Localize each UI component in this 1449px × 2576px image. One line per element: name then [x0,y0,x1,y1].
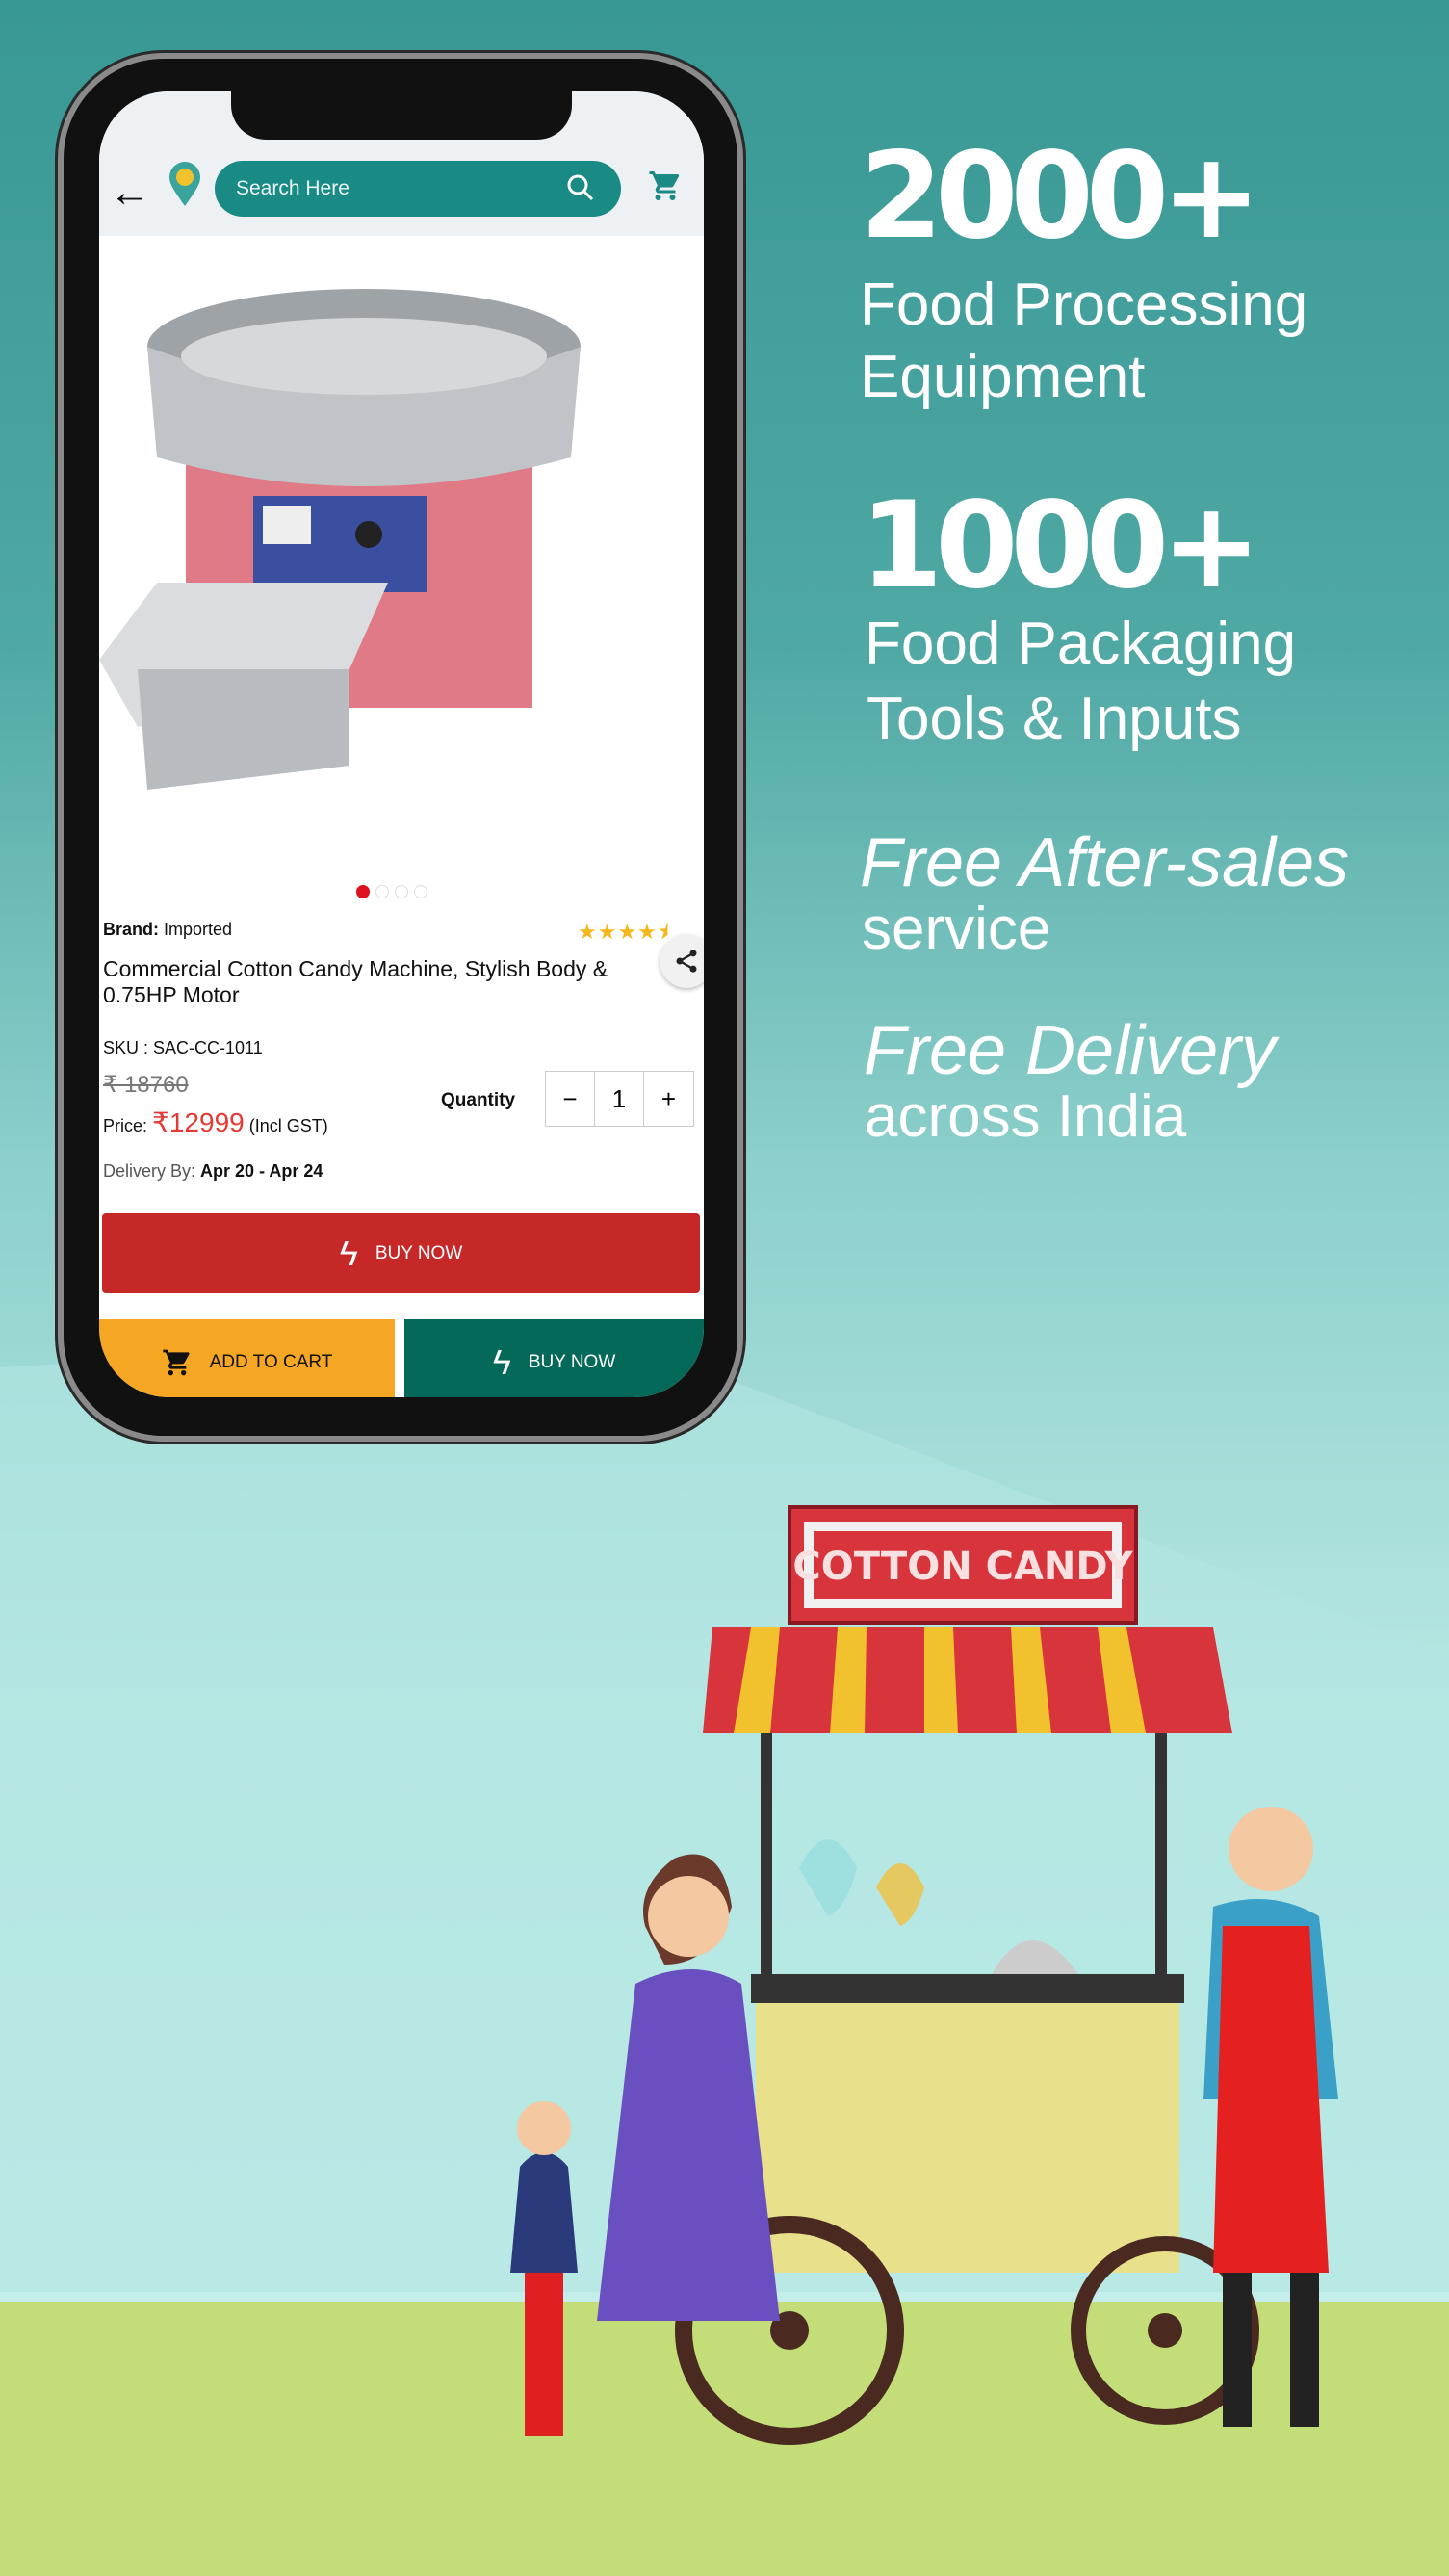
quantity-increase-button[interactable]: + [644,1072,693,1126]
quantity-decrease-button[interactable]: − [546,1072,595,1126]
price-row: Price: ₹12999 (Incl GST) [103,1106,328,1138]
delivery-dates: Apr 20 - Apr 24 [200,1161,323,1181]
buy-now-bottom-label: BUY NOW [528,1352,616,1372]
free-delivery-subtitle: across India [865,1083,1187,1150]
quantity-label: Quantity [441,1090,516,1110]
cart-icon [162,1349,190,1376]
after-sales-subtitle: service [862,896,1051,962]
search-input[interactable]: Search Here [215,161,621,217]
buy-now-bottom-button[interactable]: ϟ BUY NOW [404,1319,704,1397]
stat-packaging-count: 1000+ [860,477,1261,615]
app-screen: ← Search Here Brand: Imported ★★★★⯨ Comm… [99,91,704,1397]
lightning-icon: ϟ [492,1342,511,1382]
product-title: Commercial Cotton Candy Machine, Stylish… [103,956,608,1007]
sku: SKU : SAC-CC-1011 [103,1038,263,1057]
phone-notch [231,91,572,140]
brand-label: Brand: [103,920,159,939]
delivery-label: Delivery By: [103,1161,196,1181]
star-rating: ★★★★⯨ [578,920,670,944]
product-image[interactable] [99,236,704,988]
stat-packaging-line1: Food Packaging [865,611,1297,677]
location-pin-icon[interactable] [168,161,201,207]
carousel-dots [356,885,427,898]
stat-equipment-line1: Food Processing [860,272,1308,338]
add-to-cart-label: ADD TO CART [209,1352,333,1372]
cotton-candy-machine-image [99,289,581,790]
stall-sign-text: COTTON CANDY [792,1545,1133,1589]
stat-packaging-line2: Tools & Inputs [867,686,1242,752]
carousel-dot-4[interactable] [414,885,427,898]
buy-now-label: BUY NOW [375,1242,463,1263]
search-icon[interactable] [565,172,596,203]
after-sales-title: Free After-sales [860,824,1350,901]
buy-now-button[interactable]: ϟ BUY NOW [102,1213,700,1293]
back-arrow-icon[interactable]: ← [109,169,151,217]
add-to-cart-button[interactable]: ADD TO CART [99,1319,395,1397]
delivery-row: Delivery By: Apr 20 - Apr 24 [103,1161,323,1182]
carousel-dot-2[interactable] [375,885,389,898]
stat-equipment-line2: Equipment [860,344,1146,410]
carousel-dot-3[interactable] [395,885,408,898]
original-price: ₹ 18760 [103,1072,189,1098]
quantity-stepper: − 1 + [545,1071,694,1127]
price-note: (Incl GST) [248,1116,328,1135]
cotton-candy-stall-illustration: COTTON CANDY [510,1505,1338,2445]
brand-row: Brand: Imported [103,920,232,940]
search-placeholder: Search Here [236,177,349,199]
stat-equipment-count: 2000+ [860,127,1261,266]
price-label: Price: [103,1116,148,1135]
brand-value: Imported [164,920,233,939]
cart-icon[interactable] [648,169,683,203]
price-value: ₹12999 [152,1107,245,1137]
lightning-icon: ϟ [339,1233,358,1273]
quantity-value[interactable]: 1 [595,1072,644,1126]
carousel-dot-1[interactable] [356,885,370,898]
free-delivery-title: Free Delivery [864,1012,1277,1089]
